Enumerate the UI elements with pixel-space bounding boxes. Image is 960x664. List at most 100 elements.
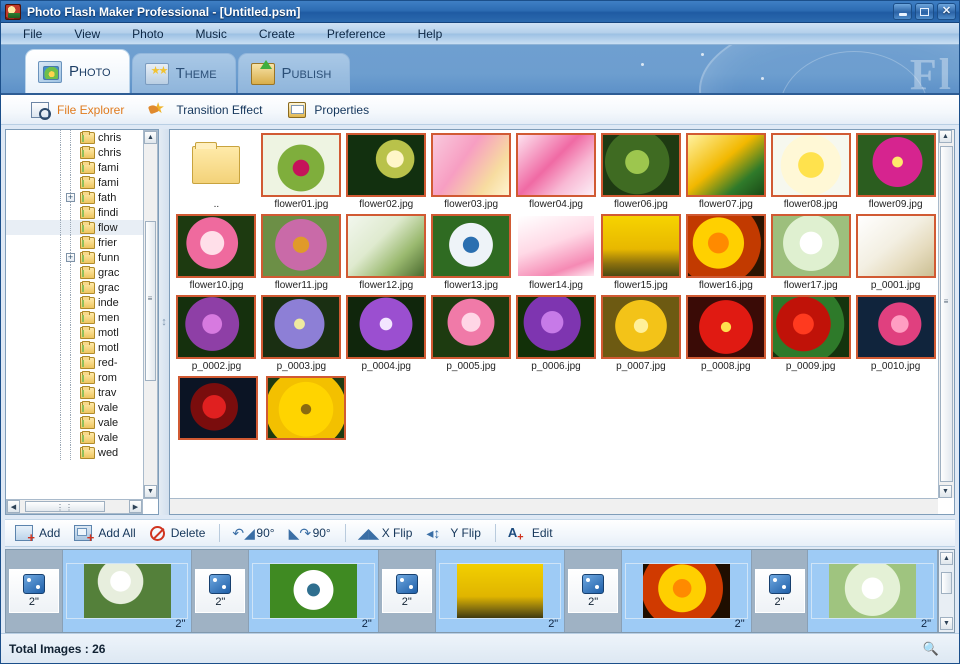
thumbnail-item[interactable]: flower01.jpg: [260, 133, 343, 213]
thumbnail-image-box[interactable]: [856, 295, 936, 359]
add-button[interactable]: Add: [15, 525, 74, 541]
subtab-transition-effect[interactable]: Transition Effect: [150, 102, 288, 118]
filmstrip-image-cell[interactable]: 2": [436, 550, 566, 632]
folder-tree-hscroll-thumb[interactable]: ⋮⋮: [25, 501, 105, 512]
thumbnail-item[interactable]: p_0001.jpg: [854, 214, 937, 294]
scroll-down-icon[interactable]: ▼: [939, 485, 952, 498]
thumbnail-item[interactable]: flower13.jpg: [430, 214, 513, 294]
folder-tree-list[interactable]: chrischrisfamifami+fathfindiflowfrier+fu…: [6, 130, 143, 499]
thumbnail-browser-panel[interactable]: ..flower01.jpgflower02.jpgflower03.jpgfl…: [169, 129, 955, 515]
thumbnail-image-box[interactable]: [601, 295, 681, 359]
rotate-right-button[interactable]: ◣↷ 90°: [289, 525, 345, 541]
thumbnail-item[interactable]: [263, 376, 349, 445]
filmstrip-transition-cell[interactable]: 2": [379, 550, 436, 632]
scroll-down-icon[interactable]: ▼: [940, 617, 953, 630]
thumbnail-item[interactable]: flower16.jpg: [684, 214, 767, 294]
thumbnail-image-box[interactable]: [601, 214, 681, 278]
menu-music[interactable]: Music: [180, 25, 243, 43]
thumbnail-hscrollbar[interactable]: [170, 498, 938, 514]
tab-photo[interactable]: Photo: [25, 49, 130, 93]
filmstrip-transition-cell[interactable]: 2": [6, 550, 63, 632]
thumbnail-item[interactable]: flower04.jpg: [515, 133, 598, 213]
thumbnail-item[interactable]: flower07.jpg: [684, 133, 767, 213]
thumbnail-image-box[interactable]: [771, 133, 851, 197]
timeline-filmstrip[interactable]: 2"2"2"2"2"2"2"2"2"2" ▲ ▼: [5, 549, 955, 633]
thumbnail-image-box[interactable]: [261, 133, 341, 197]
folder-tree-item[interactable]: motl: [6, 325, 143, 340]
folder-tree-item[interactable]: grac: [6, 265, 143, 280]
thumbnail-image-box[interactable]: [686, 214, 766, 278]
panel-splitter[interactable]: ↕: [159, 129, 169, 515]
folder-tree-item[interactable]: +fath: [6, 190, 143, 205]
thumbnail-item[interactable]: [175, 376, 261, 445]
menu-photo[interactable]: Photo: [116, 25, 179, 43]
folder-tree-item[interactable]: vale: [6, 400, 143, 415]
thumbnail-item[interactable]: flower10.jpg: [175, 214, 258, 294]
thumbnail-image-box[interactable]: [176, 133, 256, 197]
menu-help[interactable]: Help: [402, 25, 459, 43]
menu-preference[interactable]: Preference: [311, 25, 402, 43]
thumbnail-item[interactable]: p_0008.jpg: [684, 295, 767, 375]
thumbnail-item[interactable]: ..: [175, 133, 258, 213]
folder-tree-vscroll-thumb[interactable]: ≡: [145, 221, 156, 381]
folder-tree-item[interactable]: +funn: [6, 250, 143, 265]
filmstrip-transition-cell[interactable]: 2": [192, 550, 249, 632]
delete-button[interactable]: Delete: [150, 526, 220, 541]
thumbnail-image-box[interactable]: [516, 133, 596, 197]
tab-publish[interactable]: Publish: [238, 53, 351, 93]
folder-tree-item[interactable]: vale: [6, 430, 143, 445]
thumbnail-image-box[interactable]: [516, 295, 596, 359]
thumbnail-item[interactable]: flower14.jpg: [515, 214, 598, 294]
thumbnail-image-box[interactable]: [261, 214, 341, 278]
scroll-up-icon[interactable]: ▲: [144, 131, 157, 144]
thumbnail-image-box[interactable]: [266, 376, 346, 440]
thumbnail-image-box[interactable]: [771, 214, 851, 278]
thumbnail-item[interactable]: flower09.jpg: [854, 133, 937, 213]
thumbnail-item[interactable]: p_0003.jpg: [260, 295, 343, 375]
menu-view[interactable]: View: [58, 25, 116, 43]
maximize-button[interactable]: [915, 3, 934, 20]
folder-tree-item[interactable]: chris: [6, 145, 143, 160]
filmstrip-track[interactable]: 2"2"2"2"2"2"2"2"2"2": [6, 550, 938, 632]
thumbnail-item[interactable]: flower03.jpg: [430, 133, 513, 213]
edit-button[interactable]: A+ Edit: [508, 525, 567, 541]
thumbnail-item[interactable]: p_0010.jpg: [854, 295, 937, 375]
close-button[interactable]: ✕: [937, 3, 956, 20]
thumbnail-item[interactable]: p_0009.jpg: [769, 295, 852, 375]
thumbnail-vscroll-thumb[interactable]: ≡: [940, 146, 953, 482]
thumbnail-image-box[interactable]: [346, 214, 426, 278]
filmstrip-scroll-thumb[interactable]: [941, 572, 952, 594]
transition-button[interactable]: 2": [755, 569, 805, 613]
thumbnail-item[interactable]: p_0005.jpg: [430, 295, 513, 375]
thumbnail-item[interactable]: p_0002.jpg: [175, 295, 258, 375]
filmstrip-image-cell[interactable]: 2": [808, 550, 938, 632]
folder-tree-panel[interactable]: chrischrisfamifami+fathfindiflowfrier+fu…: [5, 129, 159, 515]
thumbnail-image-box[interactable]: [686, 295, 766, 359]
thumbnail-item[interactable]: flower11.jpg: [260, 214, 343, 294]
scroll-up-icon[interactable]: ▲: [940, 552, 953, 565]
transition-button[interactable]: 2": [382, 569, 432, 613]
folder-tree-item[interactable]: rom: [6, 370, 143, 385]
folder-tree-item[interactable]: inde: [6, 295, 143, 310]
thumbnail-item[interactable]: flower06.jpg: [599, 133, 682, 213]
folder-tree-vscrollbar[interactable]: ▲ ≡ ▼: [143, 130, 158, 499]
thumbnail-item[interactable]: flower17.jpg: [769, 214, 852, 294]
thumbnail-grid[interactable]: ..flower01.jpgflower02.jpgflower03.jpgfl…: [170, 130, 938, 498]
thumbnail-image-box[interactable]: [601, 133, 681, 197]
thumbnail-vscrollbar[interactable]: ▲ ≡ ▼: [938, 130, 954, 498]
scroll-up-icon[interactable]: ▲: [939, 130, 952, 143]
folder-tree-item[interactable]: vale: [6, 415, 143, 430]
transition-button[interactable]: 2": [9, 569, 59, 613]
folder-tree-item[interactable]: grac: [6, 280, 143, 295]
folder-tree-item[interactable]: flow: [6, 220, 143, 235]
transition-button[interactable]: 2": [195, 569, 245, 613]
rotate-left-button[interactable]: ↶◢ 90°: [232, 525, 288, 541]
menu-file[interactable]: File: [7, 25, 58, 43]
thumbnail-image-box[interactable]: [771, 295, 851, 359]
filmstrip-scrollbar[interactable]: ▲ ▼: [938, 550, 954, 632]
folder-tree-item[interactable]: frier: [6, 235, 143, 250]
folder-tree-item[interactable]: men: [6, 310, 143, 325]
thumbnail-item[interactable]: flower08.jpg: [769, 133, 852, 213]
tree-expand-icon[interactable]: +: [66, 193, 75, 202]
zoom-icon[interactable]: 🔍: [923, 641, 939, 657]
